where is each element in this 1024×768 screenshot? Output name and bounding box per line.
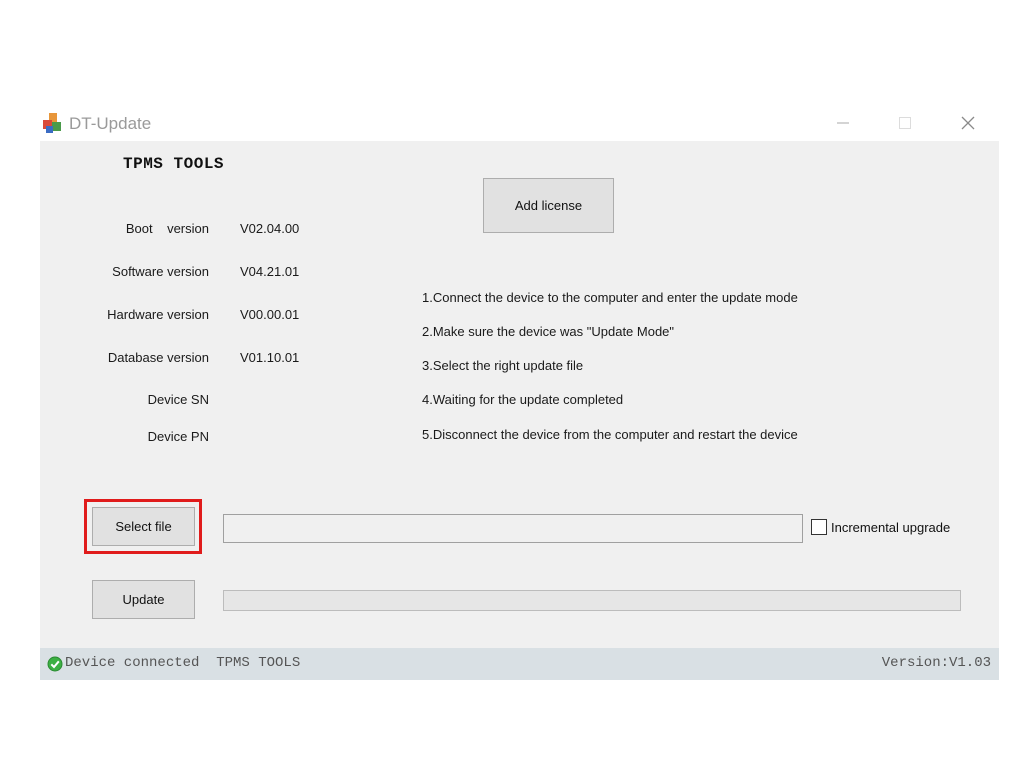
hardware-version-label: Hardware version xyxy=(107,307,209,322)
maximize-button[interactable] xyxy=(890,110,920,136)
instruction-step-3: 3.Select the right update file xyxy=(422,358,584,373)
close-icon xyxy=(961,116,975,130)
check-circle-icon xyxy=(47,656,63,672)
app-version-text: Version:V1.03 xyxy=(881,655,991,671)
window-title: DT-Update xyxy=(69,114,152,133)
title-bar[interactable]: DT-Update xyxy=(40,104,999,141)
add-license-button[interactable]: Add license xyxy=(483,178,614,233)
maximize-icon xyxy=(899,117,911,129)
boot-version-value: V02.04.00 xyxy=(240,221,300,236)
database-version-value: V01.10.01 xyxy=(240,350,300,365)
main-panel: TPMS TOOLS Add license Boot version V02.… xyxy=(40,141,999,648)
incremental-upgrade-checkbox[interactable] xyxy=(811,519,827,535)
file-path-field[interactable] xyxy=(223,514,803,543)
hardware-version-value: V00.00.01 xyxy=(240,307,300,322)
instruction-step-5: 5.Disconnect the device from the compute… xyxy=(422,427,798,442)
update-progress-bar xyxy=(223,590,961,611)
database-version-label: Database version xyxy=(107,350,209,365)
software-version-value: V04.21.01 xyxy=(240,264,300,279)
update-button[interactable]: Update xyxy=(92,580,195,619)
minimize-icon xyxy=(837,122,849,124)
incremental-upgrade-label[interactable]: Incremental upgrade xyxy=(831,520,950,535)
minimize-button[interactable] xyxy=(828,110,858,136)
app-update-icon xyxy=(43,113,61,133)
device-sn-label: Device SN xyxy=(147,392,209,407)
tool-title: TPMS TOOLS xyxy=(123,155,225,173)
instruction-step-1: 1.Connect the device to the computer and… xyxy=(422,290,798,305)
software-version-label: Software version xyxy=(112,264,209,279)
instruction-step-4: 4.Waiting for the update completed xyxy=(422,392,624,407)
boot-version-label: Boot version xyxy=(125,221,209,236)
instruction-step-2: 2.Make sure the device was "Update Mode" xyxy=(422,324,675,339)
device-pn-label: Device PN xyxy=(147,429,209,444)
select-file-button[interactable]: Select file xyxy=(92,507,195,546)
connection-status-text: Device connected TPMS TOOLS xyxy=(65,655,301,671)
close-button[interactable] xyxy=(953,110,983,136)
dt-update-window: DT-Update TPMS TOOLS Add license Boot ve… xyxy=(40,104,999,680)
status-bar: Device connected TPMS TOOLS Version:V1.0… xyxy=(40,648,999,680)
